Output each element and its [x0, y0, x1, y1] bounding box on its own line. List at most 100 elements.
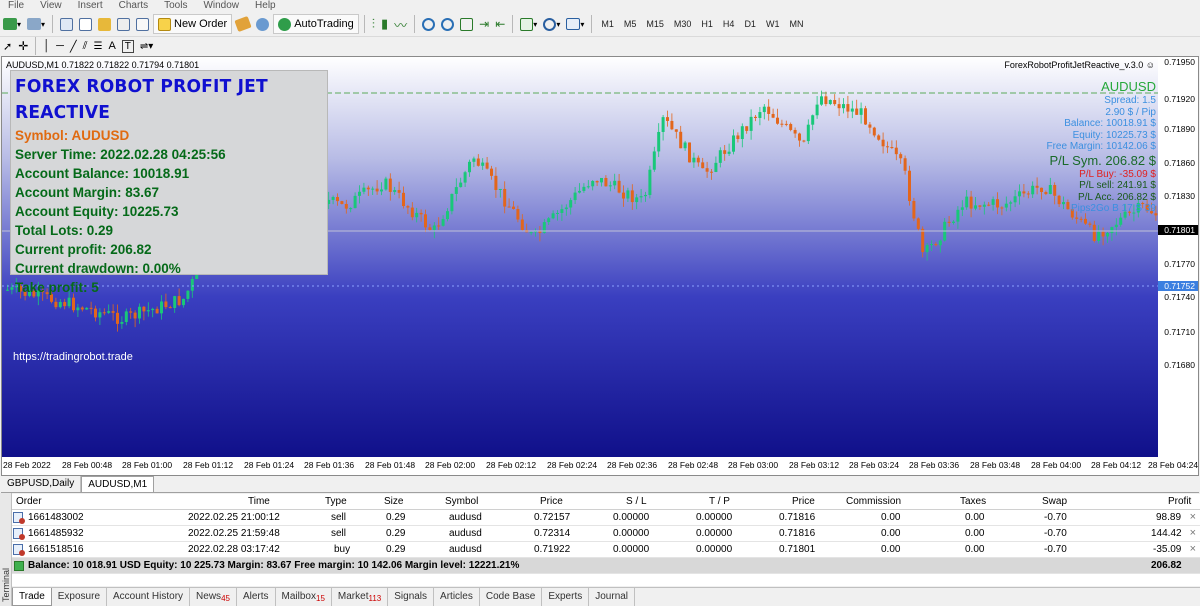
arrows-button[interactable]: ⇌▾: [138, 36, 155, 56]
price-chart[interactable]: AUDUSD,M1 0.71822 0.71822 0.71794 0.7180…: [1, 56, 1199, 476]
info-pl-account: P/L Acc. 206.82 $: [1077, 191, 1156, 203]
tab-account-history[interactable]: Account History: [107, 588, 191, 606]
timeframe-mn[interactable]: MN: [784, 19, 808, 29]
text-button[interactable]: A: [106, 36, 117, 56]
new-chart-button[interactable]: ▾: [1, 14, 23, 34]
tab-trade[interactable]: Trade: [12, 588, 52, 606]
tab-signals[interactable]: Signals: [388, 588, 435, 606]
periods-button[interactable]: ▾: [541, 14, 562, 34]
tile-windows-button[interactable]: [458, 14, 475, 34]
terminal-button[interactable]: [115, 14, 132, 34]
current-price-badge: 0.71801: [1158, 225, 1198, 235]
zoom-in-button[interactable]: [420, 14, 437, 34]
profiles-button[interactable]: ▾: [25, 14, 47, 34]
chart-tab-audusd[interactable]: AUDUSD,M1: [81, 476, 155, 492]
tab-news[interactable]: News45: [190, 588, 237, 606]
autoscroll-button[interactable]: ⇥: [477, 14, 491, 34]
globe-button[interactable]: [254, 14, 271, 34]
data-window-button[interactable]: [77, 14, 94, 34]
channel-button[interactable]: ⫽: [81, 36, 90, 56]
navigator-button[interactable]: [96, 14, 113, 34]
candle-body: [560, 209, 564, 213]
fibonacci-button[interactable]: ☰: [91, 36, 104, 56]
header-open-price[interactable]: Price: [540, 496, 563, 507]
timeframe-d1[interactable]: D1: [739, 19, 761, 29]
header-current-price[interactable]: Price: [792, 496, 815, 507]
close-order-icon[interactable]: ×: [1190, 527, 1196, 539]
vertical-line-button[interactable]: │: [41, 36, 52, 56]
bar-chart-button[interactable]: ⫶: [370, 14, 377, 34]
tab-label: Code Base: [485, 591, 536, 602]
tester-button[interactable]: [134, 14, 151, 34]
menu-window[interactable]: Window: [195, 0, 247, 12]
header-take-profit[interactable]: T / P: [709, 496, 730, 507]
expert-advisor-name[interactable]: ForexRobotProfitJetReactive_v.3.0 ☺: [1004, 60, 1155, 70]
header-order[interactable]: Order: [16, 496, 42, 507]
header-stop-loss[interactable]: S / L: [626, 496, 647, 507]
menu-tools[interactable]: Tools: [156, 0, 195, 12]
candle-body: [701, 162, 705, 169]
line-chart-button[interactable]: 〰: [392, 14, 409, 34]
line-chart-icon: 〰: [394, 17, 408, 33]
tab-experts[interactable]: Experts: [542, 588, 590, 606]
timeframe-h4[interactable]: H4: [718, 19, 740, 29]
horizontal-line-button[interactable]: ─: [54, 36, 66, 56]
header-taxes[interactable]: Taxes: [960, 496, 986, 507]
new-order-button[interactable]: New Order: [153, 14, 233, 34]
table-row[interactable]: 1661518516 2022.02.28 03:17:42 buy 0.29 …: [12, 542, 1200, 558]
timeframe-m30[interactable]: M30: [669, 19, 697, 29]
tab-code-base[interactable]: Code Base: [480, 588, 543, 606]
candle-body: [63, 301, 67, 307]
candle-body: [1088, 223, 1092, 225]
indicators-button[interactable]: ▾: [518, 14, 539, 34]
header-time[interactable]: Time: [248, 496, 270, 507]
candle-body: [124, 311, 128, 323]
zoom-out-button[interactable]: [439, 14, 456, 34]
tab-articles[interactable]: Articles: [434, 588, 480, 606]
menu-insert[interactable]: Insert: [70, 0, 111, 12]
candle-body: [912, 201, 916, 219]
crosshair-button[interactable]: ✛: [16, 36, 30, 56]
price-axis[interactable]: 0.71950 0.71920 0.71890 0.71860 0.71830 …: [1158, 57, 1198, 475]
menu-charts[interactable]: Charts: [111, 0, 156, 12]
table-row[interactable]: 1661483002 2022.02.25 21:00:12 sell 0.29…: [12, 510, 1200, 526]
trendline-button[interactable]: ╱: [68, 36, 79, 56]
timeframe-w1[interactable]: W1: [761, 19, 785, 29]
candlestick-button[interactable]: ▮: [379, 14, 390, 34]
close-order-icon[interactable]: ×: [1190, 543, 1196, 555]
info-free-margin: Free Margin: 10142.06 $: [1046, 141, 1156, 152]
time-axis[interactable]: 28 Feb 2022 28 Feb 00:48 28 Feb 01:00 28…: [2, 457, 1198, 475]
menu-help[interactable]: Help: [247, 0, 284, 12]
templates-button[interactable]: ▾: [564, 14, 586, 34]
chart-shift-button[interactable]: ⇤: [493, 14, 507, 34]
market-watch-button[interactable]: [58, 14, 75, 34]
candle-body: [1004, 203, 1008, 208]
chart-tab-gbpusd[interactable]: GBPUSD,Daily: [1, 476, 82, 492]
header-symbol[interactable]: Symbol: [445, 496, 478, 507]
tab-journal[interactable]: Journal: [589, 588, 636, 606]
menu-view[interactable]: View: [32, 0, 70, 12]
metaeditor-button[interactable]: [234, 14, 252, 34]
menu-file[interactable]: File: [0, 0, 32, 12]
header-profit[interactable]: Profit: [1168, 496, 1191, 507]
close-order-icon[interactable]: ×: [1190, 511, 1196, 523]
tab-market[interactable]: Market113: [332, 588, 389, 606]
tab-alerts[interactable]: Alerts: [237, 588, 276, 606]
label-button[interactable]: T: [120, 36, 136, 56]
timeframe-m1[interactable]: M1: [596, 19, 619, 29]
header-swap[interactable]: Swap: [1042, 496, 1067, 507]
tab-exposure[interactable]: Exposure: [52, 588, 108, 606]
candle-body: [1035, 185, 1039, 188]
cursor-button[interactable]: ➚: [1, 36, 14, 56]
tab-mailbox[interactable]: Mailbox15: [276, 588, 332, 606]
autotrading-button[interactable]: AutoTrading: [273, 14, 359, 34]
timeframe-m5[interactable]: M5: [619, 19, 642, 29]
info-equity: Equity: 10225.73 $: [1072, 129, 1156, 141]
header-type[interactable]: Type: [325, 496, 347, 507]
timeframe-h1[interactable]: H1: [696, 19, 718, 29]
cell-size: 0.29: [386, 512, 406, 523]
header-commission[interactable]: Commission: [846, 496, 901, 507]
header-size[interactable]: Size: [384, 496, 403, 507]
timeframe-m15[interactable]: M15: [641, 19, 669, 29]
table-row[interactable]: 1661485932 2022.02.25 21:59:48 sell 0.29…: [12, 526, 1200, 542]
